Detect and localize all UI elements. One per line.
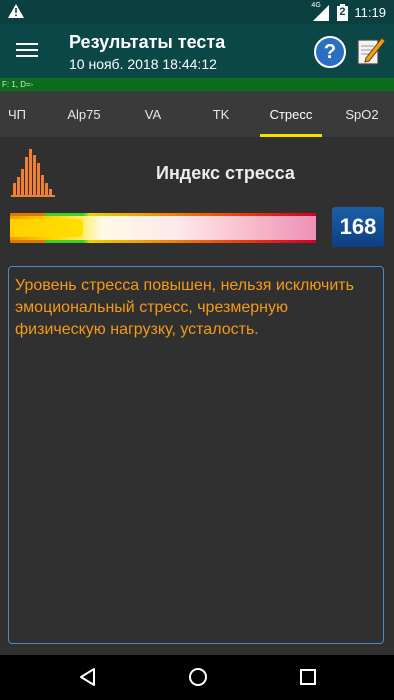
- back-icon[interactable]: [76, 665, 100, 689]
- tab-label: TK: [212, 106, 230, 122]
- tab-alp75[interactable]: Alp75: [56, 91, 112, 137]
- help-icon[interactable]: ?: [314, 36, 346, 68]
- home-icon[interactable]: [186, 665, 210, 689]
- battery-level: 2: [339, 6, 346, 18]
- network-type: 4G: [311, 1, 321, 9]
- stress-value-badge: 168: [332, 207, 384, 247]
- stress-index-title: Индекс стресса: [156, 163, 295, 183]
- tab-bar: ЧП Alp75 VA TK Стресс SpO2: [0, 91, 394, 137]
- menu-icon[interactable]: [16, 40, 38, 62]
- stress-message-text: Уровень стресса повышен, нельзя исключит…: [15, 277, 354, 338]
- warning-icon: [8, 4, 24, 21]
- tab-label: SpO2: [345, 106, 379, 122]
- tab-label: Alp75: [67, 106, 101, 122]
- stress-gauge: [10, 213, 316, 243]
- page-subtitle: 10 нояб. 2018 18:44:12: [69, 56, 217, 72]
- gauge-scale-top: [10, 213, 316, 216]
- tab-stress[interactable]: Стресс: [256, 91, 326, 137]
- tab-spo2[interactable]: SpO2: [336, 91, 388, 137]
- app-bar: Результаты теста 10 нояб. 2018 18:44:12 …: [0, 24, 394, 78]
- navigation-bar: [0, 655, 394, 700]
- battery-icon: 2: [337, 4, 349, 21]
- stress-panel: Индекс стресса 168 Уровень стресса повыш…: [0, 137, 394, 655]
- edit-icon[interactable]: [356, 34, 386, 66]
- app-screen: 4G 2 11:19 Результаты теста 10 нояб. 201…: [0, 0, 394, 700]
- info-strip: F: 1, D=-: [0, 78, 394, 91]
- signal-icon: 4G: [311, 1, 331, 21]
- tab-tk[interactable]: TK: [198, 91, 244, 137]
- tab-label: VA: [144, 106, 162, 122]
- stress-histogram-icon: [11, 149, 55, 197]
- gauge-fill: [10, 219, 84, 237]
- tab-va[interactable]: VA: [130, 91, 176, 137]
- stress-message-box: Уровень стресса повышен, нельзя исключит…: [8, 266, 384, 644]
- tab-label: ЧП: [7, 106, 26, 122]
- gauge-scale-bottom: [10, 240, 316, 243]
- status-time: 11:19: [354, 5, 386, 20]
- recent-apps-icon[interactable]: [296, 665, 320, 689]
- status-bar: 4G 2 11:19: [0, 0, 394, 24]
- tab-chp[interactable]: ЧП: [0, 91, 34, 137]
- tab-label: Стресс: [269, 106, 313, 122]
- page-title: Результаты теста: [69, 32, 226, 52]
